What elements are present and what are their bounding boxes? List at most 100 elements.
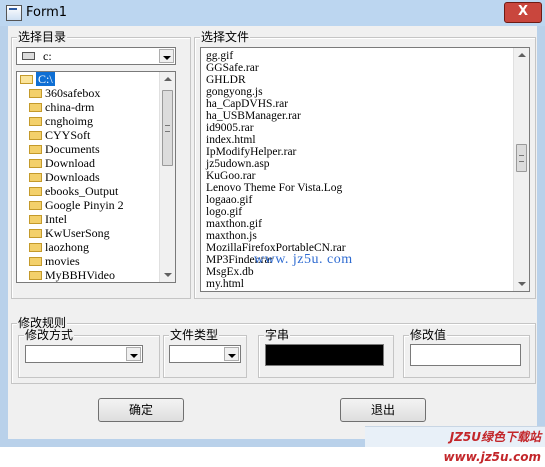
directory-label: CYYSoft [45, 128, 91, 142]
folder-icon [29, 200, 42, 210]
directory-label: laozhong [45, 240, 89, 254]
method-label: 修改方式 [24, 328, 75, 342]
folder-icon [29, 144, 42, 154]
directory-item[interactable]: C:\ [17, 72, 161, 86]
folder-icon [29, 116, 42, 126]
folder-icon [29, 158, 42, 168]
file-item[interactable]: ha_CapDVHS.rar [201, 98, 513, 110]
directory-label: ebooks_Output [45, 184, 119, 198]
file-item[interactable]: gg.gif [201, 50, 513, 62]
file-item[interactable]: KuGoo.rar [201, 170, 513, 182]
directory-label: KwUserSong [45, 226, 110, 240]
file-item[interactable]: jz5udown.asp [201, 158, 513, 170]
directory-label: Google Pinyin 2 [45, 198, 124, 212]
directory-item[interactable]: Downloads [17, 170, 161, 184]
scrollbar-thumb[interactable] [162, 90, 173, 166]
directory-label: cnghoimg [45, 114, 93, 128]
form1-window: Form1 X 选择目录 c: C:\ 360safebox china-drm cn… [0, 0, 545, 464]
directory-label: china-drm [45, 100, 95, 114]
filetype-select[interactable] [169, 345, 241, 363]
string-label: 字串 [264, 328, 291, 342]
ok-button[interactable]: 确定 [98, 398, 184, 422]
directory-item[interactable]: Intel [17, 212, 161, 226]
file-rows: gg.gif GGSafe.rar GHLDR gongyong.js ha_CapDV… [201, 50, 513, 290]
file-item[interactable]: ha_USBManager.rar [201, 110, 513, 122]
file-item[interactable]: logaao.gif [201, 194, 513, 206]
file-group-label: 选择文件 [200, 30, 251, 44]
method-dropdown-arrow[interactable] [126, 347, 141, 361]
site-badge: JZ5U绿色下载站www.jz5u.com [365, 426, 545, 464]
folder-icon [29, 102, 42, 112]
app-icon [6, 5, 22, 21]
file-item[interactable]: maxthon.js [201, 230, 513, 242]
directory-item[interactable]: cnghoimg [17, 114, 161, 128]
folder-group-label: 选择目录 [17, 30, 68, 44]
directory-label: MyBBHVideo [45, 268, 115, 282]
file-scrollbar[interactable] [513, 48, 529, 291]
file-item[interactable]: maxthon.gif [201, 218, 513, 230]
folder-icon [29, 130, 42, 140]
file-item[interactable]: Lenovo Theme For Vista.Log [201, 182, 513, 194]
file-item[interactable]: id9005.rar [201, 122, 513, 134]
directory-item[interactable]: china-drm [17, 100, 161, 114]
directory-item[interactable]: 360safebox [17, 86, 161, 100]
scroll-down-arrow-icon[interactable] [160, 267, 175, 282]
open-folder-icon [20, 74, 33, 84]
directory-label: Download [45, 156, 95, 170]
client-area: 选择目录 c: C:\ 360safebox china-drm cnghoimg CY… [8, 26, 537, 439]
window-title: Form1 [26, 5, 68, 20]
file-scrollbar-thumb[interactable] [516, 144, 527, 172]
value-label: 修改值 [409, 328, 448, 342]
file-item[interactable]: IpModifyHelper.rar [201, 146, 513, 158]
directory-label: movies [45, 254, 80, 268]
folder-icon [29, 214, 42, 224]
directory-item[interactable]: Documents [17, 142, 161, 156]
drive-dropdown-arrow[interactable] [159, 49, 174, 63]
title-bar[interactable]: Form1 X [0, 0, 545, 26]
close-button[interactable]: X [504, 2, 542, 23]
folder-icon [29, 270, 42, 280]
directory-item[interactable]: laozhong [17, 240, 161, 254]
scroll-up-arrow-icon[interactable] [160, 72, 175, 87]
directory-item[interactable]: ebooks_Output [17, 184, 161, 198]
file-item[interactable]: MozillaFirefoxPortableCN.rar [201, 242, 513, 254]
method-select[interactable] [25, 345, 143, 363]
directory-scrollbar[interactable] [159, 72, 175, 282]
file-item[interactable]: MsgEx.db [201, 266, 513, 278]
folder-icon [29, 256, 42, 266]
directory-label: 360safebox [45, 86, 101, 100]
folder-icon [29, 186, 42, 196]
watermark-text: www. jz5u. com [254, 252, 353, 267]
file-scroll-down-arrow-icon[interactable] [514, 276, 529, 291]
file-scroll-up-arrow-icon[interactable] [514, 48, 529, 63]
folder-icon [29, 88, 42, 98]
string-input[interactable] [265, 344, 384, 366]
directory-item[interactable]: movies [17, 254, 161, 268]
file-list[interactable]: gg.gif GGSafe.rar GHLDR gongyong.js ha_CapDV… [200, 47, 530, 292]
file-item[interactable]: gongyong.js [201, 86, 513, 98]
drive-icon [22, 52, 35, 60]
directory-rows: C:\ 360safebox china-drm cnghoimg CYYSoft Doc… [17, 72, 161, 282]
value-input[interactable] [410, 344, 521, 366]
directory-label: Documents [45, 142, 100, 156]
file-item[interactable]: MP3Finder.rar [201, 254, 513, 266]
filetype-dropdown-arrow[interactable] [224, 347, 239, 361]
drive-value: c: [43, 49, 52, 63]
exit-button[interactable]: 退出 [340, 398, 426, 422]
directory-list[interactable]: C:\ 360safebox china-drm cnghoimg CYYSoft Doc… [16, 71, 176, 283]
directory-label: Intel [45, 212, 67, 226]
drive-select[interactable]: c: [16, 47, 176, 65]
directory-label: C:\ [36, 72, 55, 86]
file-item[interactable]: index.html [201, 134, 513, 146]
file-item[interactable]: logo.gif [201, 206, 513, 218]
directory-item[interactable]: KwUserSong [17, 226, 161, 240]
file-item[interactable]: GHLDR [201, 74, 513, 86]
file-item[interactable]: GGSafe.rar [201, 62, 513, 74]
directory-item[interactable]: Download [17, 156, 161, 170]
folder-icon [29, 172, 42, 182]
directory-item[interactable]: CYYSoft [17, 128, 161, 142]
directory-item[interactable]: Google Pinyin 2 [17, 198, 161, 212]
filetype-label: 文件类型 [169, 328, 220, 342]
file-item[interactable]: my.html [201, 278, 513, 290]
directory-item[interactable]: MyBBHVideo [17, 268, 161, 282]
